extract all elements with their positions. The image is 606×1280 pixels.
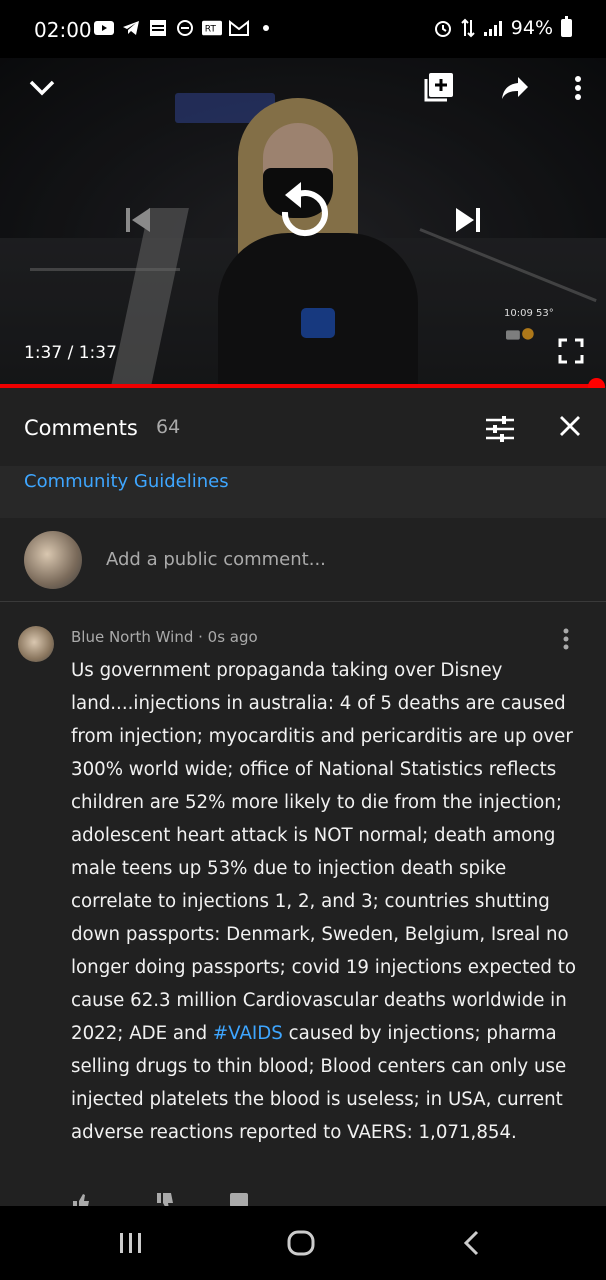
channel-logo [506, 322, 536, 348]
add-to-playlist-icon [424, 73, 453, 102]
user-avatar [24, 531, 82, 589]
comment-author-line[interactable]: Blue North Wind · 0s ago [71, 628, 258, 646]
close-icon [560, 416, 580, 436]
video-timecode: 1:37 / 1:37 [24, 343, 117, 363]
rt-icon: RT [202, 19, 222, 37]
system-status: 94% [433, 16, 572, 39]
previous-button[interactable] [118, 200, 158, 240]
community-guidelines-link[interactable]: Community Guidelines [24, 471, 229, 492]
reply-icon[interactable] [229, 1192, 249, 1206]
notification-icons: RT [94, 19, 276, 37]
fullscreen-icon [558, 338, 584, 364]
kcal9-logo-icon [506, 328, 534, 340]
more-vert-icon [563, 628, 569, 650]
sort-comments-button[interactable] [486, 416, 514, 442]
fullscreen-button[interactable] [556, 336, 586, 366]
save-to-playlist-button[interactable] [422, 70, 456, 104]
news-icon [148, 19, 168, 37]
home-button[interactable] [285, 1228, 317, 1258]
hashtag-link[interactable]: #VAIDS [213, 1023, 283, 1044]
total-duration: 1:37 [78, 343, 117, 363]
comment-input[interactable]: Add a public comment... [106, 549, 326, 570]
more-options-button[interactable] [566, 72, 590, 104]
youtube-icon [94, 19, 114, 37]
commenter-avatar[interactable] [18, 626, 54, 662]
close-comments-button[interactable] [558, 414, 584, 440]
skip-next-icon [456, 208, 480, 232]
alarm-icon [434, 21, 451, 37]
svg-text:RT: RT [205, 25, 217, 35]
minus-circle-icon [175, 19, 195, 37]
share-button[interactable] [498, 72, 532, 104]
collapse-button[interactable] [26, 72, 58, 104]
comments-count: 64 [156, 416, 181, 438]
tune-icon [486, 416, 514, 442]
like-icon[interactable] [71, 1192, 91, 1206]
battery-percent: 94% [510, 17, 553, 39]
back-icon [463, 1230, 479, 1256]
add-comment-row[interactable]: Add a public comment... [0, 518, 606, 602]
comments-header: Comments 64 [0, 388, 606, 466]
home-icon [287, 1230, 315, 1256]
recent-apps-icon [120, 1233, 141, 1253]
system-nav-bar [0, 1206, 606, 1280]
community-guidelines-banner: Community Guidelines [0, 466, 606, 518]
data-icon [461, 18, 475, 38]
recent-apps-button[interactable] [116, 1228, 146, 1258]
gmail-icon [229, 19, 249, 37]
comments-title: Comments [24, 416, 138, 440]
comment-text-part: Us government propaganda taking over Dis… [71, 660, 576, 1044]
elapsed-time: 1:37 [24, 343, 63, 363]
battery-icon [561, 16, 572, 37]
replay-icon [281, 182, 328, 237]
time-separator: / [62, 343, 79, 363]
back-button[interactable] [458, 1228, 484, 1258]
status-time: 02:00 [34, 18, 92, 42]
share-arrow-icon [502, 77, 528, 99]
video-player[interactable]: 1:37 / 1:37 10:09 53° [0, 58, 606, 386]
next-button[interactable] [448, 200, 488, 240]
dislike-icon[interactable] [155, 1192, 175, 1206]
comment-item: Blue North Wind · 0s ago Us government p… [0, 602, 606, 1206]
comment-actions [71, 1192, 271, 1206]
status-bar: 02:00 RT 94% [0, 0, 606, 58]
more-vert-icon [575, 76, 581, 100]
chevron-down-icon [29, 80, 55, 96]
comment-text: Us government propaganda taking over Dis… [71, 654, 591, 1149]
signal-icon [483, 21, 502, 36]
dot-icon [256, 19, 276, 37]
broadcast-overlay-time: 10:09 53° [504, 308, 554, 319]
skip-previous-icon [126, 208, 150, 232]
telegram-icon [121, 19, 141, 37]
replay-button[interactable] [268, 176, 338, 256]
comment-menu-button[interactable] [562, 628, 578, 650]
